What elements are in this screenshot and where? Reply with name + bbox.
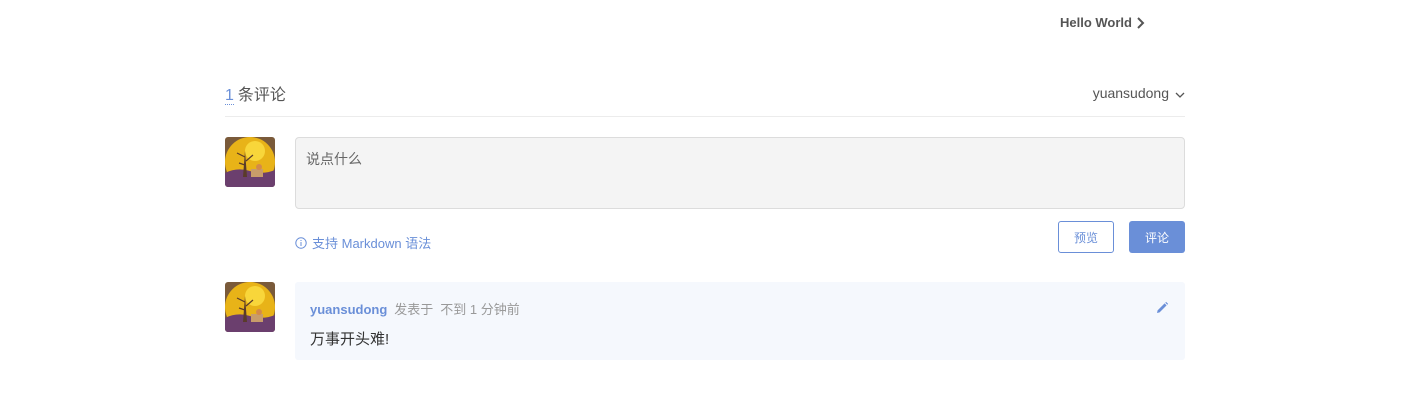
comment-meta: yuansudong 发表于 不到 1 分钟前 [310,299,520,318]
avatar [225,137,275,187]
current-user-name: yuansudong [1092,85,1169,101]
comments-section: 1 条评论 yuansudong 说点什么 支持 Markdown 语法 预览 … [225,70,1185,360]
user-menu[interactable]: yuansudong [1093,85,1185,101]
markdown-tip-text: 支持 Markdown 语法 [312,236,432,251]
comment-count: 1 条评论 [225,81,286,105]
preview-button[interactable]: 预览 [1058,221,1114,253]
comment-item: yuansudong 发表于 不到 1 分钟前 万事开头难! [225,282,1185,362]
comment-posted-label: 发表于 [394,302,434,317]
comment-editor: 说点什么 支持 Markdown 语法 预览 评论 [225,117,1185,267]
comments-header: 1 条评论 yuansudong [225,70,1185,117]
comment-input-placeholder: 说点什么 [306,151,362,167]
comment-author[interactable]: yuansudong [310,302,387,317]
avatar [225,282,275,332]
comment-content: 万事开头难! [310,331,390,348]
chevron-right-icon [1137,16,1145,29]
comment-time: 不到 1 分钟前 [440,302,520,317]
next-post-title: Hello World [1060,15,1132,30]
comment-count-number: 1 [225,87,234,105]
pencil-icon[interactable] [1155,301,1169,315]
info-circle-icon [295,236,307,249]
markdown-tip-link[interactable]: 支持 Markdown 语法 [295,233,431,252]
next-post-link[interactable]: Hello World [1060,15,1146,30]
submit-comment-button[interactable]: 评论 [1129,221,1185,253]
comment-input[interactable]: 说点什么 [295,137,1185,209]
comment-body: yuansudong 发表于 不到 1 分钟前 万事开头难! [295,282,1185,360]
chevron-down-icon [1175,92,1185,98]
comment-count-label: 条评论 [237,87,286,104]
